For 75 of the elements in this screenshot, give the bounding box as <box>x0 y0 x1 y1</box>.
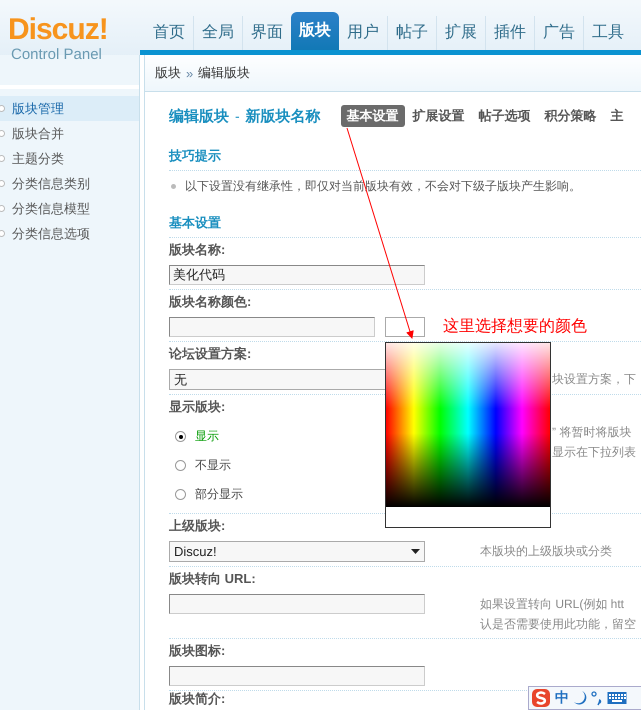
help-text: ” 将暂时将版块 <box>552 424 632 441</box>
page-title: 编辑版块 <box>169 106 229 126</box>
breadcrumb-separator: » <box>186 66 194 80</box>
color-input-field[interactable] <box>169 317 375 337</box>
field-label: 版块转向 URL: <box>169 570 256 588</box>
radio-option[interactable]: 不显示 <box>169 451 231 480</box>
dropdown-caret-icon <box>411 549 420 554</box>
bullet-icon <box>0 105 5 112</box>
sidebar-item[interactable]: 分类信息模型 <box>0 196 139 221</box>
field-label: 显示版块: <box>169 398 226 416</box>
nav-tab[interactable]: 广告 <box>534 16 583 50</box>
color-swatch[interactable] <box>385 317 425 337</box>
color-picker-menu[interactable] <box>385 342 551 528</box>
sidebar-item[interactable]: 版块管理 <box>0 96 139 121</box>
nav-tab[interactable]: 全局 <box>193 16 242 50</box>
settings-tab[interactable]: 主 <box>604 105 630 127</box>
field-label: 上级版块: <box>169 517 226 535</box>
nav-tab[interactable]: 用户 <box>339 16 387 50</box>
nav-tab[interactable]: 版块 <box>291 12 339 50</box>
help-text: 认是否需要使用此功能，留空 <box>480 616 637 633</box>
bullet-icon <box>171 184 176 188</box>
field-label: 论坛设置方案: <box>169 345 252 363</box>
radio-option[interactable]: 显示 <box>169 422 219 451</box>
radio-button[interactable] <box>175 460 186 471</box>
field-label: 版块图标: <box>169 642 226 660</box>
input-field[interactable]: 美化代码 <box>169 265 425 285</box>
nav-tab[interactable]: 插件 <box>485 16 534 50</box>
sidebar-item[interactable]: 主题分类 <box>0 146 139 171</box>
sidebar-item[interactable]: 分类信息类别 <box>0 171 139 196</box>
annotation-text: 这里选择想要的颜色 <box>443 316 587 337</box>
logo: Discuz! <box>8 14 108 46</box>
radio-label: 部分显示 <box>195 486 243 503</box>
section-heading: 基本设置 <box>169 209 641 238</box>
field-label: 版块名称: <box>169 241 226 259</box>
sidebar-item[interactable]: 分类信息选项 <box>0 221 139 246</box>
radio-label: 显示 <box>195 428 219 445</box>
ime-logo-icon[interactable] <box>531 688 551 708</box>
tip-text: 以下设置没有继承性，即仅对当前版块有效，不会对下级子版块产生影响。 <box>185 178 581 194</box>
nav-tab[interactable]: 扩展 <box>436 16 485 50</box>
settings-tab[interactable]: 基本设置 <box>340 105 405 127</box>
help-text: 显示在下拉列表 <box>552 444 637 461</box>
breadcrumb-item[interactable]: 版块 <box>155 64 181 82</box>
field-label: 版块名称颜色: <box>169 293 252 311</box>
radio-button[interactable] <box>175 431 186 442</box>
select-field[interactable]: Discuz! <box>169 541 425 562</box>
forum-name-title: 新版块名称 <box>246 106 321 126</box>
section-heading: 技巧提示 <box>169 142 641 171</box>
radio-button[interactable] <box>175 489 186 500</box>
logo-subtitle: Control Panel <box>10 46 102 64</box>
radio-label: 不显示 <box>195 457 231 474</box>
sidebar-item[interactable]: 版块合并 <box>0 121 139 146</box>
punctuation-icon[interactable] <box>591 690 603 706</box>
title-dash: - <box>235 108 240 124</box>
bullet-icon <box>0 230 5 237</box>
field-label: 版块简介: <box>169 692 226 705</box>
nav-tab[interactable]: 首页 <box>145 16 193 50</box>
nav-tab[interactable]: 工具 <box>583 16 632 50</box>
help-text: 块设置方案，下 <box>552 371 637 388</box>
bullet-icon <box>0 180 5 187</box>
radio-option[interactable]: 部分显示 <box>169 480 243 509</box>
input-field[interactable] <box>169 594 425 614</box>
input-field[interactable] <box>169 666 425 686</box>
breadcrumb-item: 编辑版块 <box>198 64 250 82</box>
settings-tab[interactable]: 扩展设置 <box>406 105 471 127</box>
help-text: 如果设置转向 URL(例如 htt <box>480 596 626 613</box>
ime-mode-button[interactable]: 中 <box>555 689 569 707</box>
moon-icon[interactable] <box>573 690 587 706</box>
settings-tab[interactable]: 积分策略 <box>538 105 603 127</box>
settings-tab[interactable]: 帖子选项 <box>472 105 537 127</box>
nav-tab[interactable]: 帖子 <box>387 16 436 50</box>
help-text: 本版块的上级版块或分类 <box>480 543 613 560</box>
bullet-icon <box>0 130 5 137</box>
bullet-icon <box>0 155 5 162</box>
keyboard-icon[interactable] <box>607 691 627 705</box>
bullet-icon <box>0 205 5 212</box>
